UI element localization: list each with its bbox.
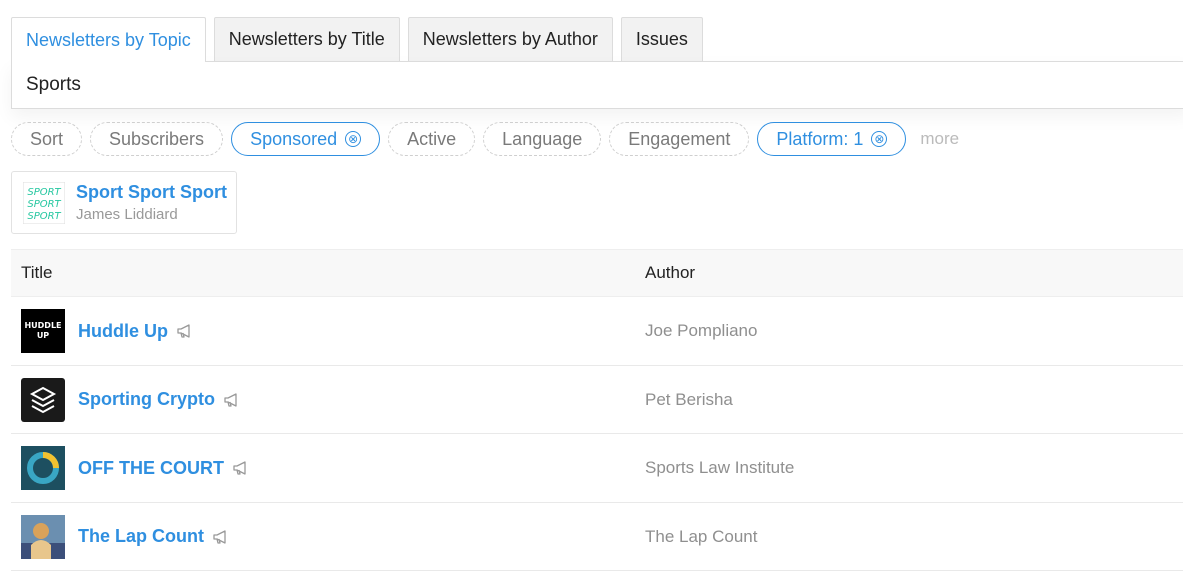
platform-filter-label: Platform: 1 [776,128,864,149]
sort-filter[interactable]: Sort [11,122,83,156]
language-filter[interactable]: Language [483,122,602,156]
sort-filter-label: Sort [30,128,64,149]
megaphone-icon [177,324,190,338]
newsletter-title-link[interactable]: Huddle Up [78,297,194,365]
the-lap-count-logo [21,514,65,559]
newsletter-title-link[interactable]: OFF THE COURT [78,434,250,502]
table-row: HUDDLE UP Huddle Up Joe Pompliano [11,297,1183,366]
sporting-crypto-logo [21,377,65,422]
table-row: OFF THE COURT Sports Law Institute [11,434,1183,503]
featured-author: James Liddiard [76,205,178,223]
sport-sport-sport-logo: SPORT SPORT SPORT [23,181,65,224]
engagement-filter[interactable]: Engagement [609,122,750,156]
tab-issues[interactable]: Issues [620,17,703,61]
clear-platform-icon[interactable]: ⊗ [871,131,888,147]
newsletter-title-link[interactable]: Sporting Crypto [78,366,241,434]
title-column-header[interactable]: Title [21,263,53,283]
tab-bar: Newsletters by Topic Newsletters by Titl… [11,17,703,62]
featured-newsletter-card[interactable]: SPORT SPORT SPORT Sport Sport Sport Jame… [11,171,237,234]
megaphone-icon [213,529,226,544]
table-row: Sporting Crypto Pet Berisha [11,366,1183,434]
author-column-header[interactable]: Author [645,263,695,283]
sponsored-filter[interactable]: Sponsored ⊗ [231,122,381,156]
thumb-line-2: SPORT [27,199,61,210]
newsletter-table: Title Author HUDDLE UP Huddle Up Joe Pom… [11,249,1183,571]
tab-newsletters-by-topic[interactable]: Newsletters by Topic [11,17,206,62]
table-header: Title Author [11,249,1183,297]
engagement-filter-label: Engagement [628,128,731,149]
megaphone-icon [233,461,246,475]
row-title: Sporting Crypto [78,389,215,409]
active-filter-label: Active [407,128,457,149]
sponsored-filter-label: Sponsored [250,128,338,149]
row-author: Pet Berisha [645,389,733,409]
newsletter-title-link[interactable]: The Lap Count [78,503,230,571]
row-title: Huddle Up [78,320,168,341]
huddle-logo-line-2: UP [37,331,49,340]
subscribers-filter[interactable]: Subscribers [90,122,224,156]
tab-newsletters-by-title[interactable]: Newsletters by Title [213,17,400,61]
megaphone-icon [224,392,237,407]
active-filter[interactable]: Active [388,122,476,156]
featured-title[interactable]: Sport Sport Sport [76,181,227,203]
filter-bar: Sort Subscribers Sponsored ⊗ Active Lang… [11,122,959,156]
row-author: The Lap Count [645,526,758,546]
thumb-line-1: SPORT [27,187,61,198]
platform-filter[interactable]: Platform: 1 ⊗ [757,122,907,156]
huddle-logo-line-1: HUDDLE [24,321,61,330]
subscribers-filter-label: Subscribers [109,128,205,149]
featured-text: Sport Sport Sport James Liddiard [76,181,227,225]
table-row: The Lap Count The Lap Count [11,503,1183,571]
row-author: Joe Pompliano [645,321,758,340]
tab-newsletters-by-author[interactable]: Newsletters by Author [407,17,613,61]
language-filter-label: Language [502,128,583,149]
thumb-line-3: SPORT [27,211,61,222]
off-the-court-logo [21,446,65,490]
topic-search-input[interactable]: Sports [11,61,1183,109]
row-title: OFF THE COURT [78,457,224,478]
row-author: Sports Law Institute [645,458,795,477]
huddle-up-logo: HUDDLE UP [21,309,65,353]
more-filters-link[interactable]: more [920,129,959,149]
clear-sponsored-icon[interactable]: ⊗ [345,131,362,147]
row-title: The Lap Count [78,526,204,546]
